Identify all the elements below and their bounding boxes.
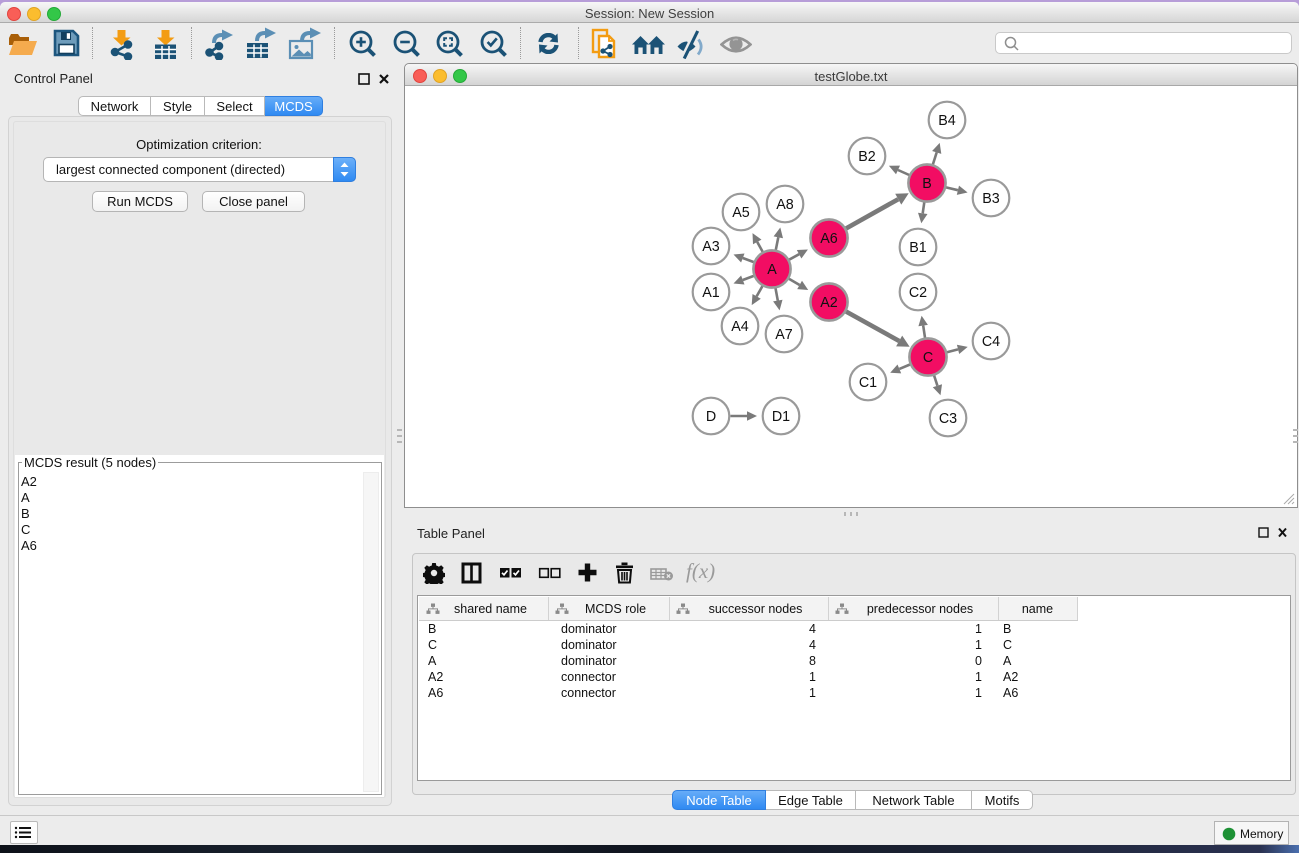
- svg-text:C: C: [923, 350, 933, 366]
- svg-text:C3: C3: [939, 411, 957, 427]
- svg-text:A8: A8: [776, 197, 794, 213]
- svg-text:A7: A7: [775, 327, 793, 343]
- svg-text:A4: A4: [731, 319, 749, 335]
- svg-text:C4: C4: [982, 334, 1000, 350]
- svg-text:A2: A2: [820, 295, 838, 311]
- svg-text:A5: A5: [732, 205, 750, 221]
- svg-text:A3: A3: [702, 239, 720, 255]
- svg-text:A1: A1: [702, 285, 720, 301]
- svg-text:B3: B3: [982, 191, 1000, 207]
- svg-text:B4: B4: [938, 113, 956, 129]
- svg-text:A6: A6: [820, 231, 838, 247]
- svg-text:B: B: [922, 176, 932, 192]
- svg-text:D: D: [706, 409, 716, 425]
- svg-text:D1: D1: [772, 409, 790, 425]
- svg-text:C1: C1: [859, 375, 877, 391]
- svg-text:A: A: [767, 262, 777, 278]
- svg-text:B1: B1: [909, 240, 927, 256]
- svg-text:B2: B2: [858, 149, 876, 165]
- svg-text:C2: C2: [909, 285, 927, 301]
